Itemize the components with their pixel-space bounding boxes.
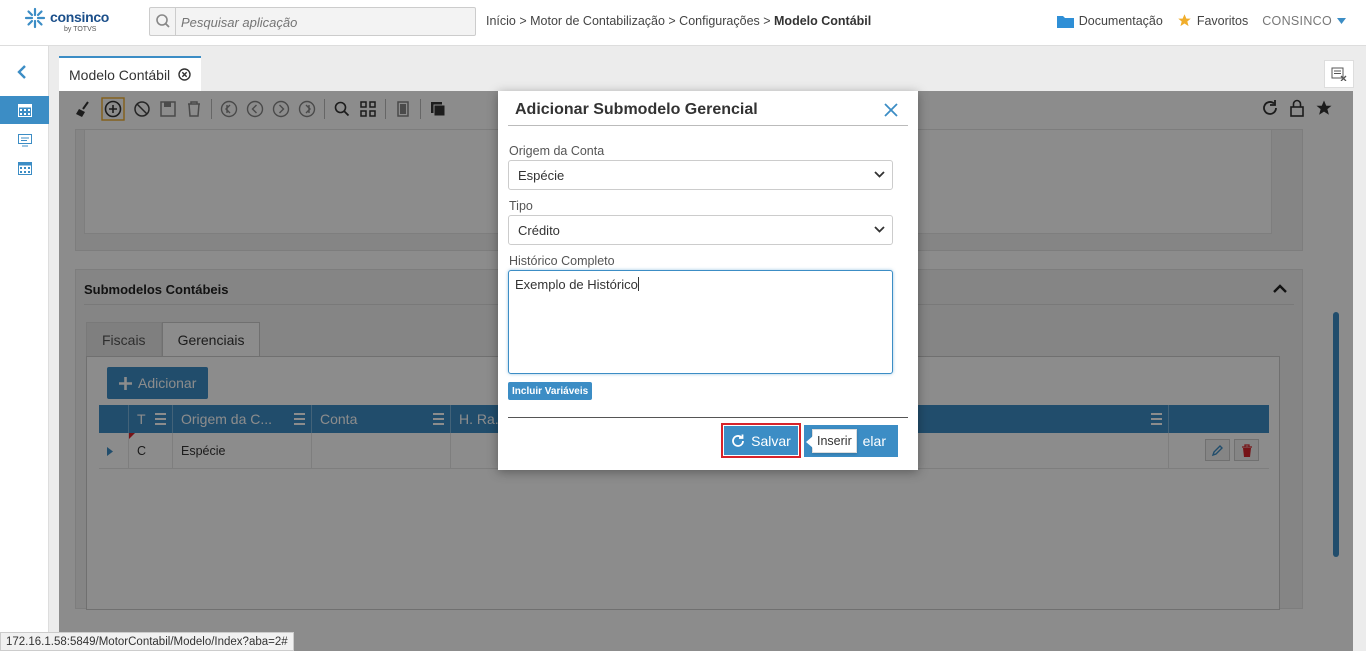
refresh-icon [732,434,745,447]
origem-conta-label: Origem da Conta [509,144,605,158]
user-name: CONSINCO [1262,13,1332,28]
caret-down-icon [1337,17,1346,24]
dialog-header-divider [508,125,908,126]
documentation-label: Documentação [1078,13,1163,28]
origem-conta-select[interactable]: Espécie [508,160,893,190]
close-tabs-icon [1331,67,1347,81]
nav-item-table[interactable] [0,154,49,182]
brand-name: consinco [50,9,110,25]
tab-strip: Modelo Contábil [49,46,1366,91]
user-menu[interactable]: CONSINCO [1262,14,1346,28]
text-cursor [637,277,639,291]
breadcrumb-current: Modelo Contábil [774,14,872,28]
chevron-down-icon [874,171,885,178]
search-input[interactable] [181,13,461,31]
search-icon[interactable] [150,8,176,35]
tooltip: Inserir [806,429,857,453]
dialog-footer-divider [508,417,908,418]
breadcrumb: Início > Motor de Contabilização > Confi… [486,14,871,28]
historico-label: Histórico Completo [509,254,615,268]
close-all-tabs-button[interactable] [1324,60,1354,88]
consinco-logo-icon [24,7,46,29]
cancel-label: elar [862,433,886,449]
tab-modelo-contabil[interactable]: Modelo Contábil [59,56,202,91]
tipo-value: Crédito [518,222,560,238]
include-variables-button[interactable]: Incluir Variáveis [508,382,593,400]
favorites-link[interactable]: Favoritos [1177,13,1248,28]
top-links: Documentação Favoritos CONSINCO [1056,13,1346,28]
monitor-icon [17,133,32,146]
tipo-label: Tipo [509,199,533,213]
chevron-left-icon[interactable] [15,64,29,80]
close-icon[interactable] [882,101,900,119]
close-circle-icon[interactable] [178,68,191,81]
top-bar: consinco by TOTVS Início > Motor de Cont… [0,0,1366,46]
favorites-label: Favoritos [1196,13,1249,28]
search-box[interactable] [149,7,476,36]
folder-icon [1056,15,1074,28]
tipo-select[interactable]: Crédito [508,215,893,245]
save-button[interactable]: Salvar [721,423,801,458]
brand-logo[interactable]: consinco by TOTVS [24,7,134,39]
origem-conta-value: Espécie [518,167,565,183]
historico-value: Exemplo de Histórico [515,277,638,292]
dialog-title: Adicionar Submodelo Gerencial [515,101,758,118]
nav-item-calendar[interactable] [0,96,49,124]
save-label: Salvar [751,432,791,449]
table-icon [17,161,32,175]
documentation-link[interactable]: Documentação [1056,13,1163,28]
star-icon [1178,14,1191,27]
brand-subtitle: by TOTVS [64,26,97,33]
breadcrumb-path[interactable]: Início > Motor de Contabilização > Confi… [486,14,774,28]
chevron-down-icon [874,226,885,233]
historico-textarea[interactable]: Exemplo de Histórico [508,270,893,374]
tab-label: Modelo Contábil [69,66,171,83]
left-nav [0,46,49,651]
nav-item-monitor[interactable] [0,126,49,154]
calendar-icon [17,103,32,117]
status-url-bar: 172.16.1.58:5849/MotorContabil/Modelo/In… [0,632,294,651]
add-submodel-dialog: Adicionar Submodelo Gerencial Origem da … [498,91,918,470]
